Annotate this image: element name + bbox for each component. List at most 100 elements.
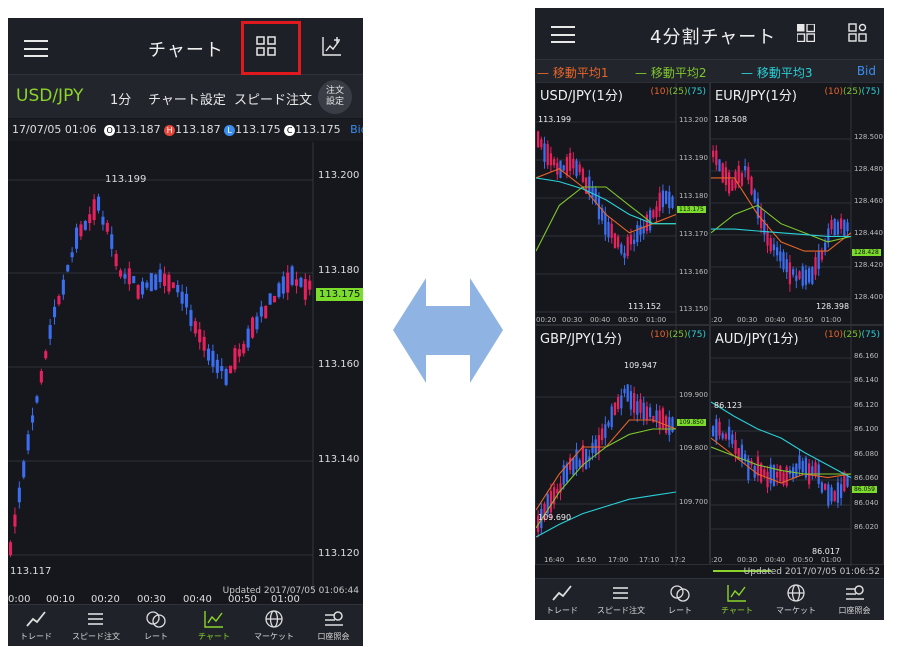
order-settings-label-2: 設定 [325,97,344,107]
switch-arrow-icon [393,278,503,387]
tab-rate[interactable]: レート [653,580,707,620]
price-label: 128.400 [854,293,883,301]
low-marker: 109.690 [538,513,572,522]
chart-settings-button[interactable]: チャート設定 [148,89,226,108]
legend-ma3: — 移動平均3 [741,66,813,80]
time-label: 00:50 [618,316,639,324]
pane-ma-values: (10)(25)(75) [650,330,706,340]
updated-time: Updated 2017/07/05 01:06:44 [222,586,359,596]
chart-pane-eurjpy[interactable]: EUR/JPY(1分) (10)(25)(75) 128.500 128.480… [710,82,884,326]
chart-tool-icon[interactable] [321,35,343,61]
order-settings-button[interactable]: 注文 設定 [318,80,352,114]
price-label: 86.080 [854,450,879,458]
page-title: 4分割チャート [650,27,777,48]
rate-icon [146,611,166,628]
tab-label: トレード [546,606,578,615]
pane-pair: EUR/JPY(1分) [715,89,797,104]
speed-order-icon [613,587,628,599]
price-label: 113.150 [679,305,708,313]
pane-pair: GBP/JPY(1分) [540,332,622,347]
high-marker: 113.199 [105,174,147,185]
tab-market[interactable]: マーケット [244,606,304,646]
time-label: 00:50 [793,316,814,324]
ma-legend: — 移動平均1 — 移動平均2 — 移動平均3 Bid [535,60,884,82]
current-price-tag: 113.175 [677,206,706,213]
low-marker: 113.117 [10,566,52,577]
tab-label: 口座照会 [838,606,871,615]
price-axis-label: 113.120 [318,548,360,559]
time-label: 16:50 [576,556,597,564]
tab-account[interactable]: 口座照会 [304,606,363,646]
time-label: 17:10 [639,556,660,564]
tab-trade[interactable]: トレード [8,606,64,646]
time-label: 00:50 [793,556,814,564]
price-label: 109.900 [679,391,708,399]
current-price-tag: 113.175 [316,288,363,301]
tab-trade[interactable]: トレード [535,580,589,620]
current-price-tag: 86.059 [852,486,877,493]
chart-icon [204,611,223,628]
price-axis-label: 113.180 [318,265,360,276]
globe-icon [787,584,805,602]
tab-market[interactable]: マーケット [767,580,825,620]
ohlc-close: 113.175 [295,123,341,136]
pane-ma-values: (10)(25)(75) [824,87,880,97]
time-label: 00:40 [590,316,611,324]
price-label: 113.160 [679,268,708,276]
time-label: :20 [711,316,723,324]
price-label: 86.120 [854,401,879,409]
tab-label: マーケット [254,632,294,641]
time-label: 16:40 [544,556,565,564]
tab-rate[interactable]: レート [128,606,184,646]
price-axis-label: 113.160 [318,359,360,370]
tab-chart[interactable]: チャート [707,580,767,620]
chart-pane-usdjpy[interactable]: USD/JPY(1分) (10)(25)(75) 113.200 113.190… [535,82,710,326]
time-label: 00:40 [765,316,786,324]
tab-speed-order[interactable]: スピード注文 [589,580,653,620]
pane-pair: USD/JPY(1分) [540,89,623,104]
price-label: 128.500 [854,133,883,141]
speed-order-button[interactable]: スピード注文 [234,89,312,108]
price-label: 86.060 [854,474,879,482]
main-chart[interactable]: 113.200 113.180 113.160 113.140 113.120 … [8,142,363,594]
price-label: 128.460 [854,197,883,205]
current-price-tag: 128.428 [852,249,881,256]
layout-icon[interactable] [796,23,816,46]
price-label: 128.440 [854,229,883,237]
account-icon [324,611,343,626]
tab-speed-order[interactable]: スピード注文 [64,606,128,646]
period-selector[interactable]: 1分 [110,89,131,108]
rate-icon [670,585,690,602]
tab-label: 口座照会 [317,632,350,641]
chart-pane-audjpy[interactable]: AUD/JPY(1分) (10)(25)(75) 86.160 86.140 8… [710,325,884,566]
header-bar: 4分割チャート [535,8,884,60]
high-marker: 109.947 [624,361,658,370]
price-axis-label: 113.140 [318,454,360,465]
hamburger-menu-icon[interactable] [24,40,48,57]
split-settings-icon[interactable] [848,23,868,47]
page-title: チャート [148,40,224,61]
tab-account[interactable]: 口座照会 [825,580,884,620]
price-axis-label: 113.200 [318,170,360,181]
tab-label: チャート [198,632,230,641]
highlight-box [241,21,301,75]
price-label: 86.020 [854,523,879,531]
high-marker: 113.199 [538,115,572,124]
legend-ma2: — 移動平均2 [635,66,707,80]
price-label: 109.700 [679,498,708,506]
ohlc-datetime: 17/07/05 01:06 [12,123,97,136]
header-bar: チャート [8,18,363,75]
tab-label: マーケット [776,606,816,615]
hamburger-menu-icon[interactable] [551,26,575,43]
chart-icon [727,585,746,602]
high-marker: 86.123 [714,401,742,410]
main-candles [8,142,314,594]
time-label: 00:30 [737,316,758,324]
currency-pair-selector[interactable]: USD/JPY [16,86,83,106]
tab-chart[interactable]: チャート [184,606,244,646]
chart-pane-gbpjpy[interactable]: GBP/JPY(1分) (10)(25)(75) 109.900 109.800… [535,325,710,566]
time-label: 17:2 [670,556,686,564]
ohlc-high: 113.187 [175,123,221,136]
single-chart-screen: チャート USD/JPY 1分 チャート設定 スピード注文 注文 設定 17/0… [8,18,363,646]
globe-icon [265,610,283,628]
